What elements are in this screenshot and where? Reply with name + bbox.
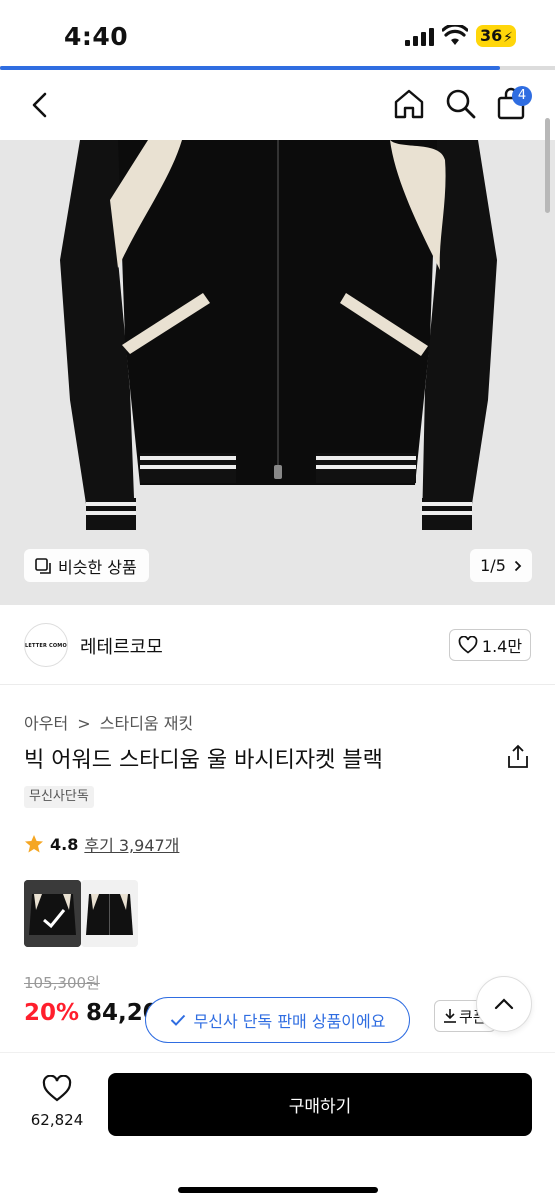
gallery-page-indicator: 1/5 — [480, 556, 506, 575]
heart-icon — [42, 1074, 72, 1102]
wifi-icon — [442, 25, 468, 45]
search-icon[interactable] — [444, 87, 478, 121]
home-icon[interactable] — [392, 87, 426, 121]
breadcrumb-separator: > — [77, 714, 91, 733]
rating-score: 4.8 — [50, 834, 79, 854]
top-nav — [0, 70, 555, 140]
similar-products-button[interactable]: 비슷한 상품 — [24, 549, 149, 582]
rating-row: 4.8 후기 3,947개 — [24, 832, 179, 856]
breadcrumb-subcategory[interactable]: 스타디움 재킷 — [100, 714, 193, 733]
download-icon — [444, 1009, 456, 1023]
scroll-top-button[interactable] — [476, 976, 532, 1032]
brand-name[interactable]: 레테르코모 — [80, 633, 163, 659]
bottom-purchase-bar: 62,824 구매하기 — [0, 1052, 555, 1200]
product-image-gallery[interactable] — [0, 140, 555, 605]
breadcrumb: 아우터 > 스타디움 재킷 — [24, 710, 197, 734]
brand-like-button[interactable]: 1.4만 — [449, 629, 531, 661]
color-swatch-option[interactable] — [81, 880, 138, 947]
chevron-right-icon — [514, 560, 522, 571]
share-icon[interactable] — [506, 744, 530, 770]
cart-count-badge: 4 — [512, 86, 532, 106]
favorite-button[interactable]: 62,824 — [24, 1074, 90, 1129]
home-indicator — [178, 1187, 378, 1193]
color-swatch-selected[interactable] — [24, 880, 81, 947]
review-link[interactable]: 후기 3,947개 — [84, 832, 179, 856]
brand-like-count: 1.4만 — [481, 637, 523, 656]
charging-icon: ⚡ — [503, 30, 513, 46]
exclusive-tag: 무신사단독 — [24, 786, 94, 808]
check-icon — [170, 1014, 185, 1026]
star-icon — [25, 835, 43, 853]
chevron-up-icon — [494, 998, 514, 1010]
gallery-pager-button[interactable]: 1/5 — [470, 549, 532, 582]
discount-rate: 20% — [24, 1000, 80, 1026]
status-bar: 4:40 36 ⚡ — [0, 0, 555, 66]
product-page: 4:40 36 ⚡ 4 비슷한 상품 1/5 LETTER COMO 레테르코모… — [0, 0, 555, 1200]
toast-text: 무신사 단독 판매 상품이에요 — [193, 1012, 386, 1031]
swatch-jacket-thumb — [24, 880, 81, 947]
brand-logo[interactable]: LETTER COMO — [24, 623, 68, 667]
status-time: 4:40 — [64, 22, 129, 51]
breadcrumb-category[interactable]: 아우터 — [24, 714, 68, 733]
product-jacket-image — [0, 140, 555, 605]
scrollbar[interactable] — [545, 118, 550, 213]
similar-products-label: 비슷한 상품 — [58, 557, 137, 577]
brand-row: LETTER COMO 레테르코모 1.4만 — [0, 605, 555, 685]
exclusive-toast: 무신사 단독 판매 상품이에요 — [145, 997, 410, 1043]
similar-icon — [35, 557, 51, 574]
cellular-signal-icon — [405, 28, 434, 46]
favorite-count: 62,824 — [30, 1111, 84, 1129]
swatch-jacket-thumb-2 — [81, 880, 138, 947]
battery-level: 36 — [480, 26, 503, 45]
buy-button[interactable]: 구매하기 — [108, 1073, 532, 1136]
battery-indicator: 36 ⚡ — [476, 25, 516, 47]
product-title: 빅 어워드 스타디움 울 바시티자켓 블랙 — [24, 748, 383, 773]
original-price: 105,300원 — [24, 974, 100, 992]
back-icon[interactable] — [24, 88, 58, 122]
heart-icon — [458, 636, 478, 654]
